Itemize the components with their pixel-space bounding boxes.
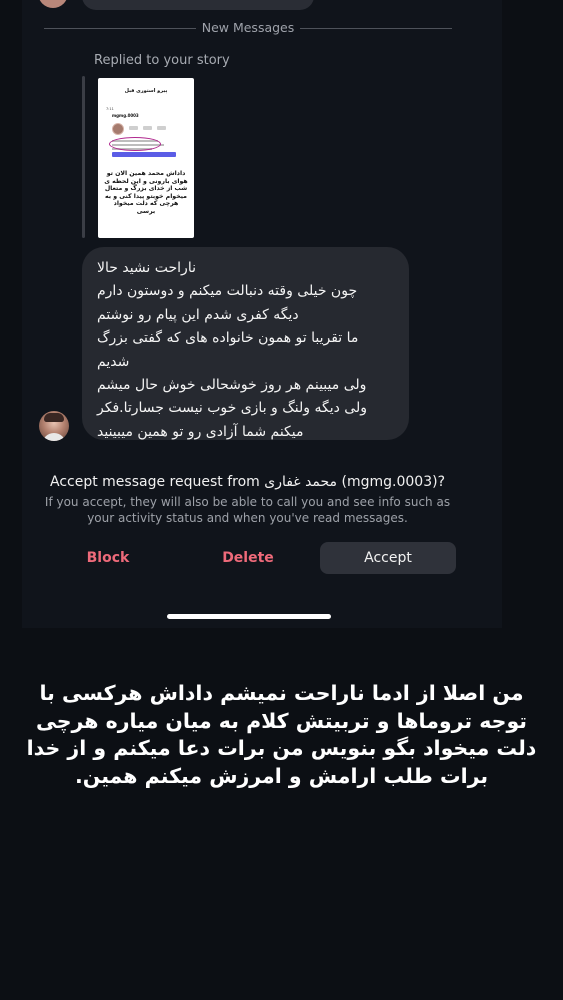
message-line: ما تقریبا تو همون خانواده های که گفتی بز… xyxy=(97,330,359,347)
previous-message-bubble xyxy=(82,0,314,10)
message-line: ولی میبینم هر روز خوشحالی خوش حال میشم xyxy=(97,377,367,394)
block-button[interactable]: Block xyxy=(40,542,176,574)
request-name: محمد غفاری xyxy=(264,474,338,490)
delete-button[interactable]: Delete xyxy=(180,542,316,574)
story-caption: داداش محمد همین الان تو هوای بارونی و ای… xyxy=(104,170,188,215)
overlay-caption: من اصلا از ادما ناراحت نمیشم داداش هرکسی… xyxy=(20,680,543,790)
message-line: دیگه کفری شدم این پیام رو نوشتم xyxy=(97,306,299,323)
story-profile-stats xyxy=(129,126,166,130)
accept-button[interactable]: Accept xyxy=(320,542,456,574)
story-handle: mgmg.0003 xyxy=(112,113,139,118)
request-description: If you accept, they will also be able to… xyxy=(44,495,451,525)
new-messages-divider: New Messages xyxy=(201,20,295,35)
message-line: شدیم xyxy=(97,353,130,370)
divider-line-left xyxy=(44,28,196,29)
avatar-shirt xyxy=(42,433,66,441)
story-follow-button xyxy=(112,152,176,157)
overlay-line: دلت میخواد بگو بنویس من برات دعا میکنم و… xyxy=(26,736,537,760)
request-username: (mgmg.0003)? xyxy=(341,474,445,490)
story-highlight-circle xyxy=(109,137,161,151)
reply-quote-bar xyxy=(82,76,85,238)
story-status-time: 7:11 xyxy=(106,107,114,111)
message-line: میکنم شما آزادی رو تو همین میبینید xyxy=(97,423,304,440)
message-line: ناراحت نشید حالا xyxy=(97,260,196,276)
request-title: Accept message request from محمد غفاری (… xyxy=(22,474,473,490)
message-bubble[interactable]: ناراحت نشید حالا چون خیلی وقته دنبالت می… xyxy=(82,247,409,440)
overlay-line: برات طلب ارامش و امرزش میکنم همین. xyxy=(74,763,489,788)
story-profile-picture xyxy=(112,123,124,135)
message-line: چون خیلی وقته دنبالت میکنم و دوستون دارم xyxy=(97,283,358,300)
story-title: پیرو استوری قبل xyxy=(124,88,168,94)
divider-line-right xyxy=(300,28,452,29)
overlay-line: من اصلا از ادما ناراحت نمیشم داداش هرکسی… xyxy=(39,681,524,705)
home-indicator[interactable] xyxy=(167,614,331,619)
message-line: ولی دیگه ولنگ و بازی خوب نیست جسارتا.فکر xyxy=(97,400,367,417)
story-reply-label: Replied to your story xyxy=(94,53,230,68)
story-preview[interactable]: پیرو استوری قبل 7:11 mgmg.0003 داداش محم… xyxy=(98,78,194,238)
request-prefix: Accept message request from xyxy=(50,474,260,490)
sender-avatar[interactable] xyxy=(39,411,69,441)
overlay-line: توجه تروماها و تربیتش کلام به میان میاره… xyxy=(36,708,527,733)
avatar-hair xyxy=(44,413,64,422)
